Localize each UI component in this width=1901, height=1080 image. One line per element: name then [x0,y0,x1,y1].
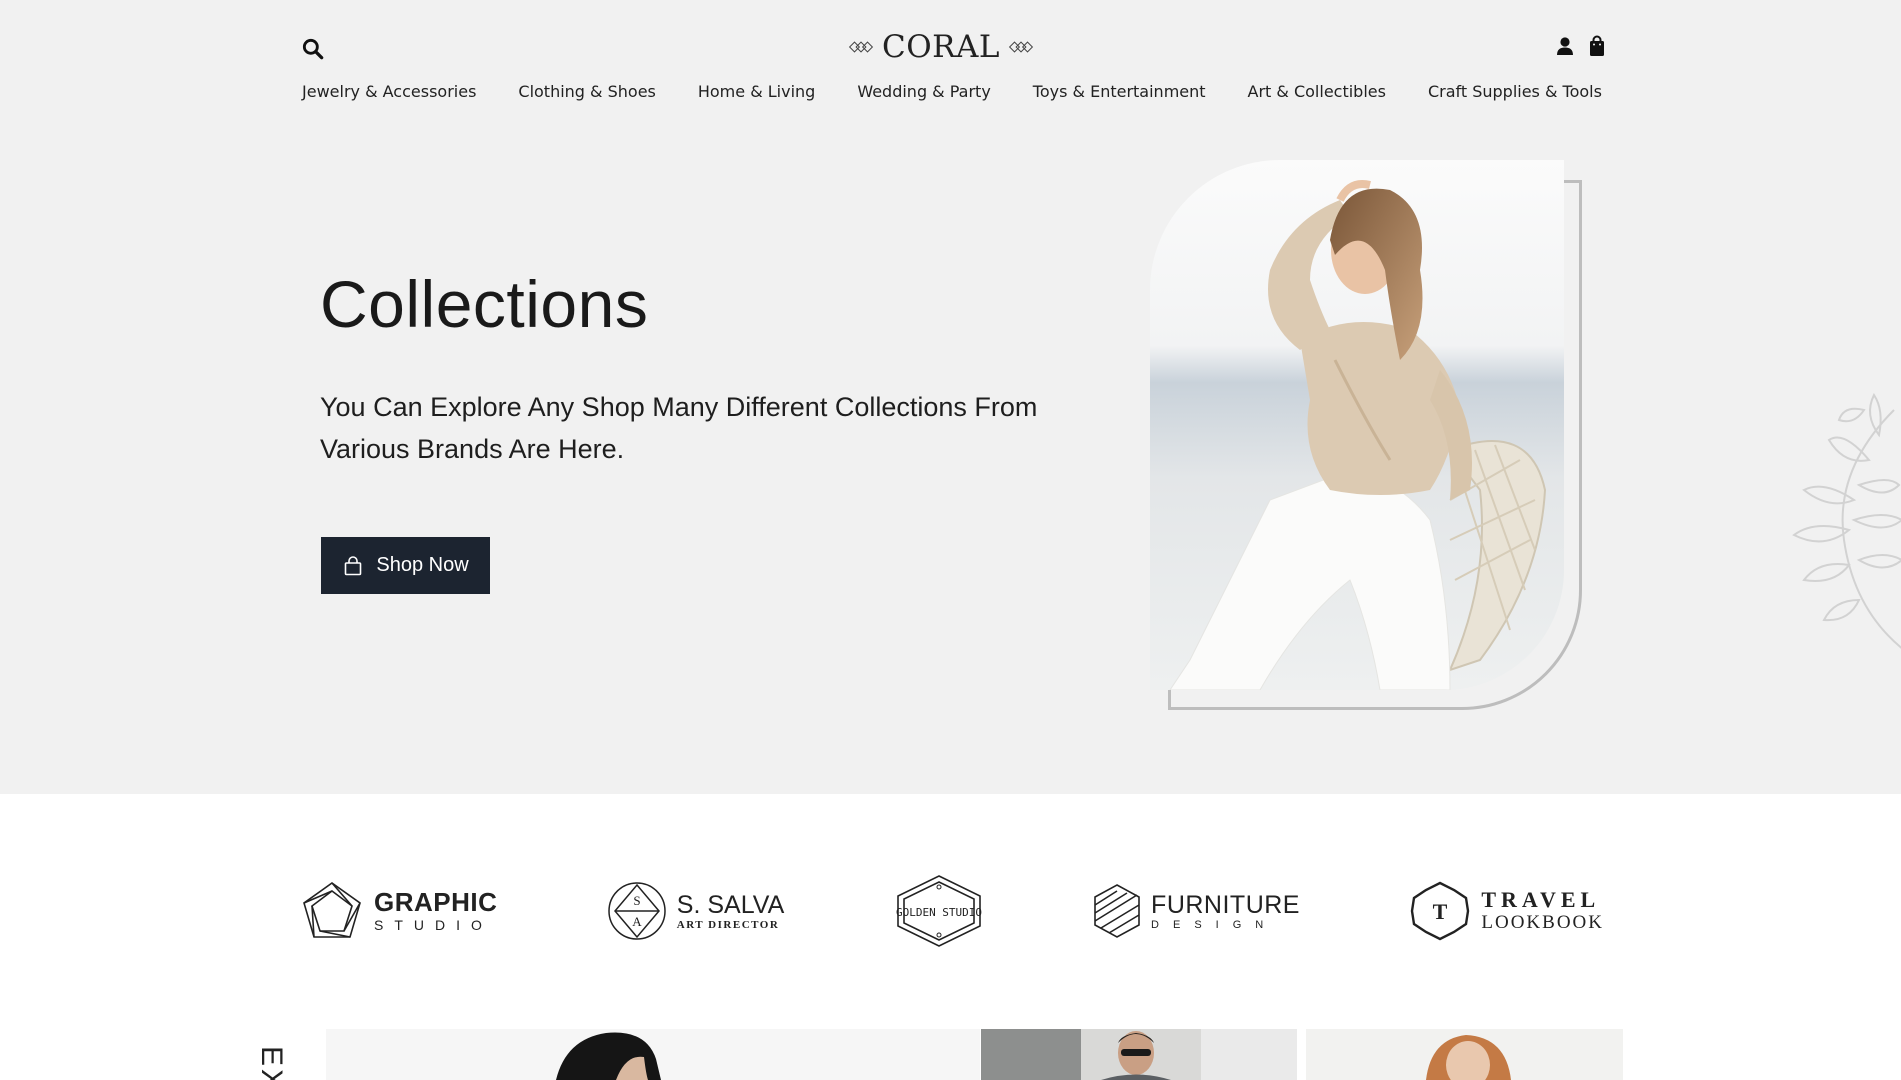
brand-name: GRAPHIC [374,887,498,917]
nav-item-clothing-shoes[interactable]: Clothing & Shoes [518,82,655,101]
travel-lookbook-mark-icon: T [1411,881,1470,941]
svg-text:S: S [633,893,640,908]
brand-name: GOLDEN STUDIO [896,906,982,919]
brand-logos-row: GRAPHIC STUDIO S A S. SALVA ART DIRECTOR [300,866,1604,956]
nav-item-art-collectibles[interactable]: Art & Collectibles [1248,82,1386,101]
brand-name: TRAVEL [1481,887,1601,912]
shop-now-label: Shop Now [376,554,469,576]
shop-now-button[interactable]: Shop Now [321,537,490,594]
golden-studio-mark-icon: GOLDEN STUDIO [896,875,982,947]
main-nav: Jewelry & Accessories Clothing & Shoes H… [302,82,1602,101]
hero-model-image [1150,160,1564,690]
brand-name: CORAL [882,29,1000,65]
nav-item-toys-entertainment[interactable]: Toys & Entertainment [1033,82,1206,101]
nav-item-craft-supplies-tools[interactable]: Craft Supplies & Tools [1428,82,1602,101]
brand-name: S. SALVA [676,891,785,919]
brand-tagline: DESIGN [1151,919,1278,931]
brand-name: FURNITURE [1151,891,1300,919]
nav-item-home-living[interactable]: Home & Living [698,82,815,101]
user-icon[interactable] [1554,34,1576,58]
brand-mark-letter: T [1433,899,1448,924]
brand-logo-s-salva[interactable]: S A S. SALVA ART DIRECTOR [607,871,784,951]
s-salva-mark-icon: S A [608,882,666,940]
shopping-bag-icon[interactable] [1586,34,1608,58]
shopping-bag-outline-icon [345,555,362,575]
search-icon[interactable] [300,36,326,62]
logo-ornament-left-icon [848,41,874,53]
collection-image-1[interactable] [326,1029,980,1080]
brand-tagline: ART DIRECTOR [676,919,780,931]
collection-image-3[interactable] [1306,1029,1623,1080]
brand-tagline: LOOKBOOK [1481,912,1604,933]
brand-logo-graphic-studio[interactable]: GRAPHIC STUDIO [300,871,497,951]
nav-item-wedding-party[interactable]: Wedding & Party [857,82,990,101]
nav-item-jewelry-accessories[interactable]: Jewelry & Accessories [302,82,476,101]
hero-section: Collections You Can Explore Any Shop Man… [0,120,1901,794]
brand-logo-travel-lookbook[interactable]: T TRAVEL LOOKBOOK [1409,871,1604,951]
svg-text:A: A [632,914,642,929]
brand-tagline: STUDIO [374,917,493,933]
logo-ornament-right-icon [1008,41,1034,53]
graphic-studio-mark-icon [303,882,361,938]
brand-logo-furniture-design[interactable]: FURNITURE DESIGN [1093,871,1300,951]
site-header: CORAL Jewelry & Accessories Clothing & S… [0,0,1901,120]
furniture-design-mark-icon [1094,884,1140,938]
vertical-section-label: EX [255,1046,288,1080]
site-logo[interactable]: CORAL [848,26,1034,68]
leaf-decoration-icon [1792,393,1901,649]
hero-description: You Can Explore Any Shop Many Different … [320,392,1038,464]
brand-logo-golden-studio[interactable]: GOLDEN STUDIO [894,871,984,951]
header-actions [1554,34,1608,58]
collection-image-2[interactable] [981,1029,1297,1080]
hero-title: Collections [320,267,649,341]
